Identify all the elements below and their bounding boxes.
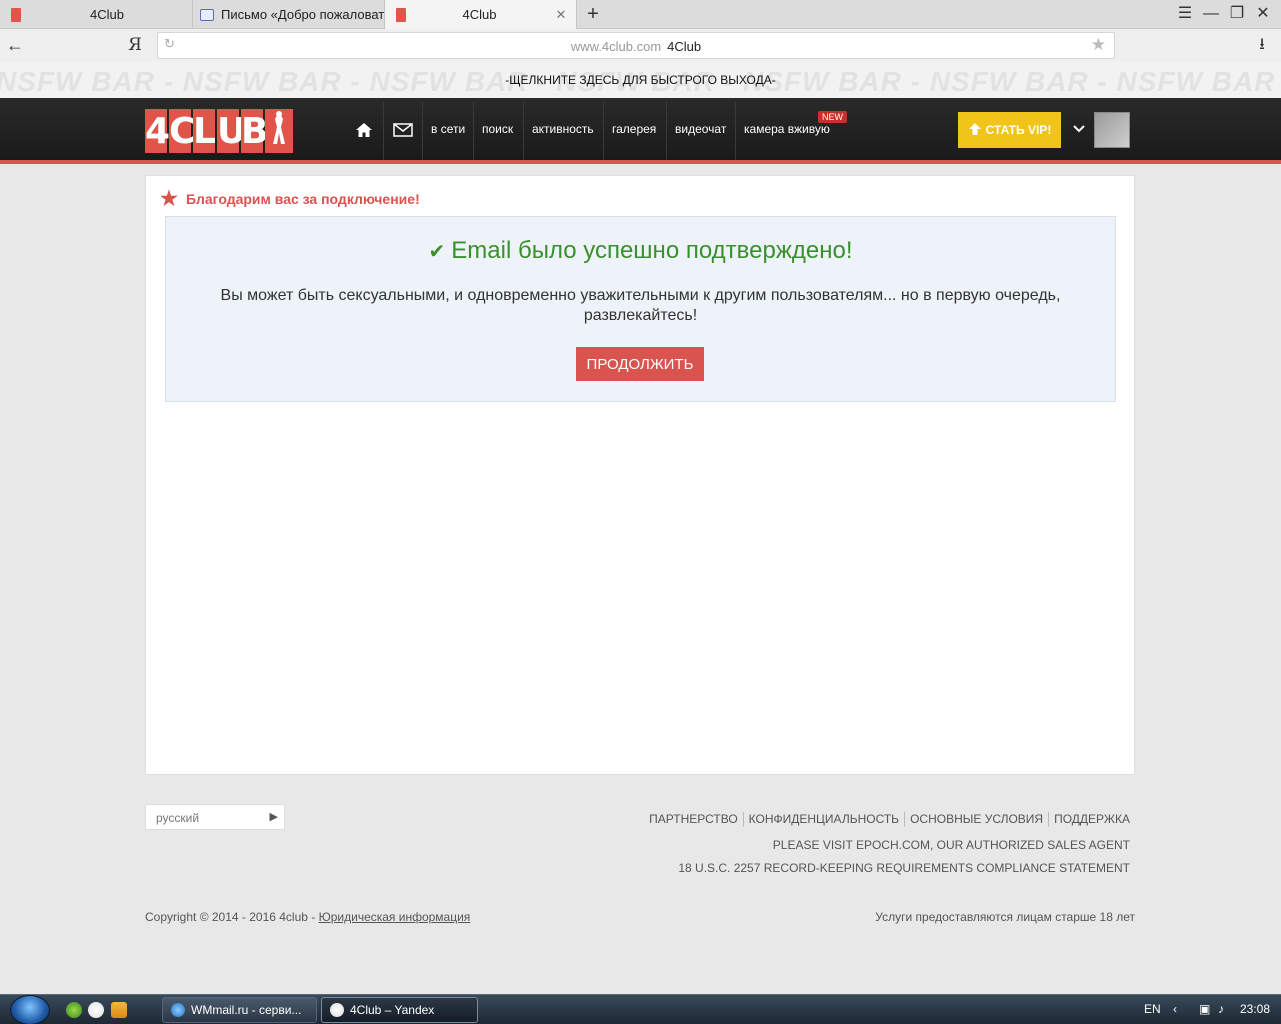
icq-icon[interactable] xyxy=(66,1002,82,1018)
nav-divider xyxy=(473,102,474,160)
bookmark-star-icon[interactable]: ★ xyxy=(1091,35,1106,55)
nav-videochat[interactable]: видеочат xyxy=(675,122,726,136)
back-arrow-icon[interactable]: ← xyxy=(4,33,26,57)
logo-letter: L xyxy=(193,109,216,153)
taskbar-item-label: 4Club – Yandex xyxy=(350,1003,435,1017)
language-select[interactable]: русский ▶ xyxy=(145,804,285,830)
yandex-browser-icon xyxy=(330,1003,344,1017)
nav-divider xyxy=(603,102,604,160)
browser-tab-strip: 4Club Письмо «Добро пожаловать 4Club ✕ +… xyxy=(0,0,1281,29)
quick-exit-link[interactable]: -ЩЕЛКНИТЕ ЗДЕСЬ ДЛЯ БЫСТРОГО ВЫХОДА- xyxy=(0,73,1281,87)
tab-label: 4Club xyxy=(90,7,124,22)
download-icon[interactable]: ⭳ xyxy=(1252,33,1272,57)
nav-divider xyxy=(422,102,423,160)
checkmark-icon: ✔ xyxy=(428,241,446,263)
nav-online[interactable]: в сети xyxy=(431,122,465,136)
clock[interactable]: 23:08 xyxy=(1240,1002,1270,1016)
nsfw-bar[interactable]: NSFW BAR - NSFW BAR - NSFW BAR - NSFW BA… xyxy=(0,62,1281,98)
ie-icon xyxy=(171,1003,185,1017)
nav-activity[interactable]: активность xyxy=(532,122,594,136)
copyright-text: Copyright © 2014 - 2016 4club - xyxy=(145,910,319,924)
media-player-icon[interactable] xyxy=(111,1002,127,1018)
up-arrow-icon xyxy=(968,122,982,139)
tab-label: Письмо «Добро пожаловать xyxy=(221,7,384,22)
thanks-heading-text: Благодарим вас за подключение! xyxy=(185,190,420,207)
4club-favicon-icon xyxy=(10,7,22,22)
epoch-link[interactable]: PLEASE VISIT EPOCH.COM, OUR AUTHORIZED S… xyxy=(773,838,1130,852)
messages-envelope-icon[interactable] xyxy=(392,119,414,141)
nav-live-cam[interactable]: камера вживую xyxy=(744,122,830,136)
nav-search[interactable]: поиск xyxy=(482,122,513,136)
logo-letter: B xyxy=(241,109,269,153)
browser-navbar: ← Я ↻ www.4club.com 4Club ★ ⭳ xyxy=(0,29,1281,62)
nav-gallery[interactable]: галерея xyxy=(612,122,656,136)
tab-label: 4Club xyxy=(462,7,497,22)
close-window-icon[interactable]: ✕ xyxy=(1252,4,1274,24)
footer-links: ПАРТНЕРСТВО КОНФИДЕНЦИАЛЬНОСТЬ ОСНОВНЫЕ … xyxy=(644,812,1130,827)
logo-letter: C xyxy=(169,109,196,153)
compliance-link[interactable]: 18 U.S.C. 2257 RECORD-KEEPING REQUIREMEN… xyxy=(678,861,1130,875)
continue-button[interactable]: ПРОДОЛЖИТЬ xyxy=(576,347,704,381)
thanks-heading: ★ Благодарим вас за подключение! xyxy=(160,186,420,211)
input-language[interactable]: EN xyxy=(1144,1002,1161,1016)
new-tab-button[interactable]: + xyxy=(582,2,604,26)
vip-button-label: СТАТЬ VIP! xyxy=(985,123,1052,137)
start-button-icon[interactable] xyxy=(10,995,50,1024)
footer-link-partnership[interactable]: ПАРТНЕРСТВО xyxy=(644,812,744,827)
volume-icon[interactable]: ♪ xyxy=(1218,1002,1224,1016)
new-badge: NEW xyxy=(818,111,847,123)
address-domain: www.4club.com xyxy=(570,39,662,54)
confirmation-box: ✔ Email было успешно подтверждено! Вы мож… xyxy=(165,216,1116,402)
legal-info-link[interactable]: Юридическая информация xyxy=(319,910,471,924)
user-avatar[interactable] xyxy=(1094,112,1130,148)
taskbar-item-wmmail[interactable]: WMmail.ru - серви... xyxy=(162,997,317,1023)
logo-letter: U xyxy=(217,109,247,153)
nav-divider xyxy=(666,102,667,160)
address-bar[interactable]: ↻ www.4club.com 4Club ★ xyxy=(157,32,1115,59)
footer-link-terms[interactable]: ОСНОВНЫЕ УСЛОВИЯ xyxy=(905,812,1050,827)
confirmation-title: ✔ Email было успешно подтверждено! xyxy=(166,237,1115,265)
footer-link-privacy[interactable]: КОНФИДЕНЦИАЛЬНОСТЬ xyxy=(744,812,906,827)
taskbar-item-4club[interactable]: 4Club – Yandex xyxy=(321,997,478,1023)
yandex-browser-icon[interactable] xyxy=(88,1002,104,1018)
address-title: 4Club xyxy=(667,39,702,54)
nav-divider xyxy=(735,102,736,160)
tab-4club-1[interactable]: 4Club xyxy=(0,0,193,29)
chevron-down-icon[interactable] xyxy=(1073,122,1085,136)
play-arrow-icon: ▶ xyxy=(269,811,278,823)
nav-divider xyxy=(523,102,524,160)
minimize-icon[interactable]: — xyxy=(1200,4,1222,24)
network-icon[interactable]: ▣ xyxy=(1199,1002,1210,1016)
footer-link-support[interactable]: ПОДДЕРЖКА xyxy=(1049,812,1130,827)
restore-icon[interactable]: ❐ xyxy=(1226,4,1248,24)
menu-icon[interactable]: ☰ xyxy=(1174,4,1196,24)
confirmation-title-text: Email было успешно подтверждено! xyxy=(451,237,853,264)
taskbar-item-label: WMmail.ru - серви... xyxy=(191,1003,302,1017)
address-text: www.4club.com 4Club xyxy=(158,39,1114,54)
copyright: Copyright © 2014 - 2016 4club - Юридичес… xyxy=(145,910,470,924)
yandex-button[interactable]: Я xyxy=(126,33,144,57)
main-panel: ★ Благодарим вас за подключение! ✔ Email … xyxy=(145,175,1135,775)
tray-expand-icon[interactable]: ‹ xyxy=(1173,1002,1177,1016)
close-tab-icon[interactable]: ✕ xyxy=(552,7,570,23)
home-icon[interactable] xyxy=(353,119,375,141)
confirmation-message: Вы может быть сексуальными, и одновремен… xyxy=(220,287,1061,324)
tab-4club-active[interactable]: 4Club ✕ xyxy=(385,0,577,29)
age-note: Услуги предоставляются лицам старше 18 л… xyxy=(875,910,1135,924)
logo-figure-icon xyxy=(265,109,293,153)
star-icon: ★ xyxy=(160,188,178,210)
language-value: русский xyxy=(156,811,200,825)
mail-favicon-icon xyxy=(199,8,215,22)
4club-favicon-icon xyxy=(395,7,407,22)
site-header: 4 C L U B в сети поиск активность галере… xyxy=(0,98,1281,164)
nav-divider xyxy=(383,102,384,160)
tab-welcome-letter[interactable]: Письмо «Добро пожаловать xyxy=(193,0,385,29)
taskbar: WMmail.ru - серви... 4Club – Yandex EN ‹… xyxy=(0,994,1281,1024)
logo-letter: 4 xyxy=(145,109,171,153)
become-vip-button[interactable]: СТАТЬ VIP! xyxy=(958,112,1061,148)
4club-logo[interactable]: 4 C L U B xyxy=(145,109,293,153)
